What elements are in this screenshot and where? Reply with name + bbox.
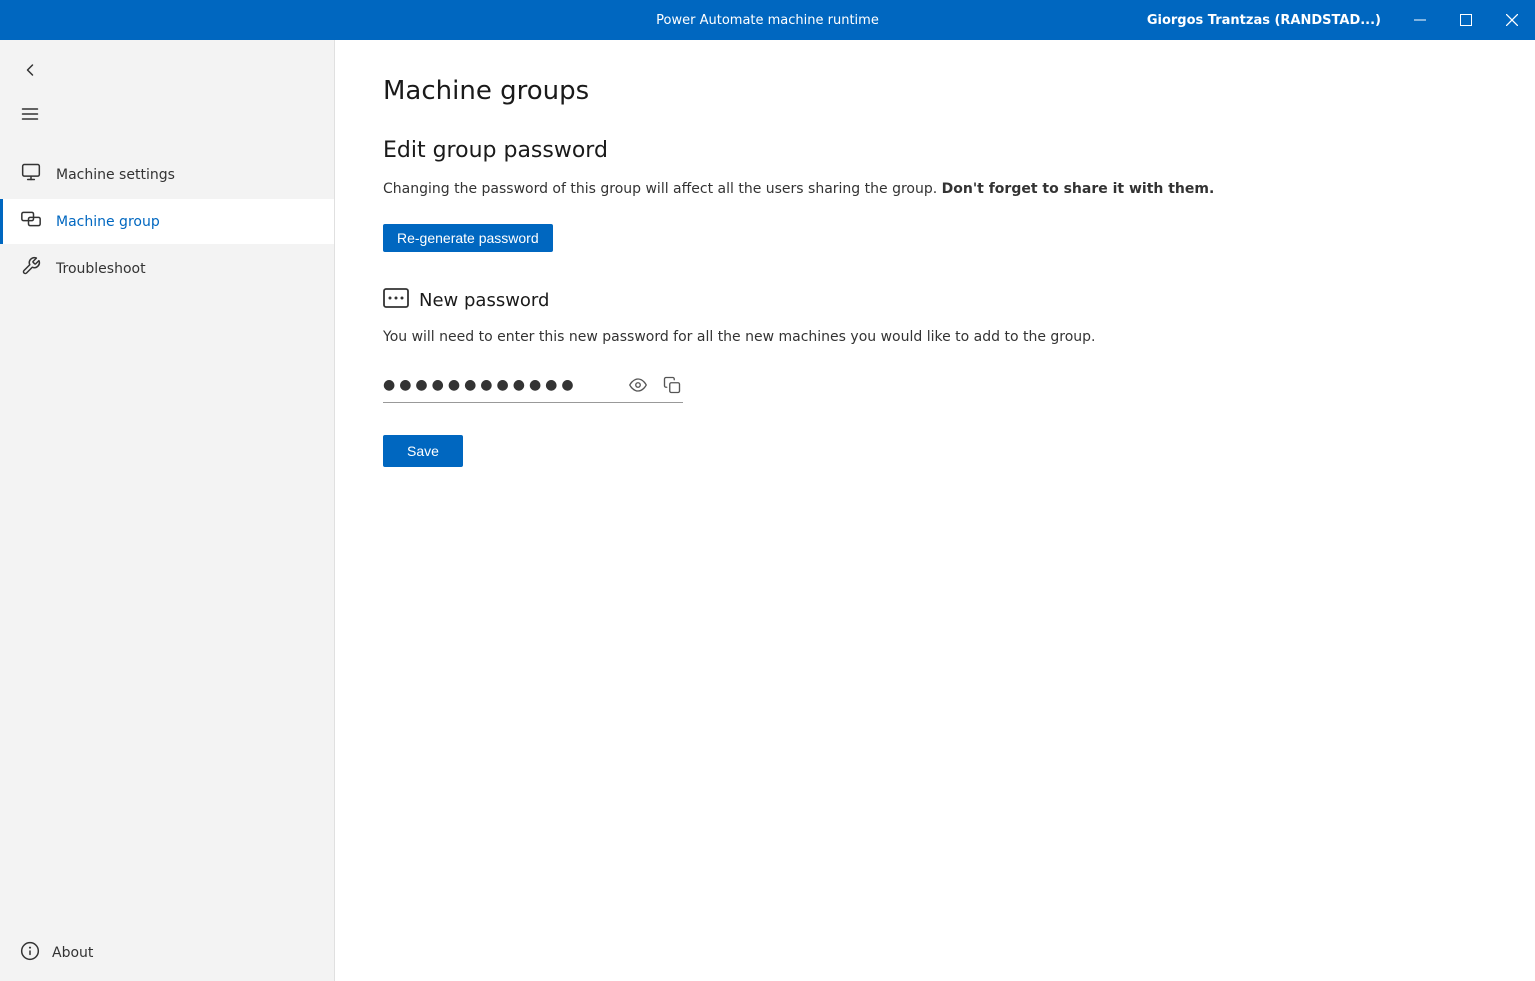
titlebar-title: Power Automate machine runtime bbox=[656, 13, 879, 28]
show-password-button[interactable] bbox=[627, 374, 649, 396]
copy-password-button[interactable] bbox=[661, 374, 683, 396]
password-field-row: ●●●●●●●●●●●● bbox=[383, 368, 683, 403]
section-title: Edit group password bbox=[383, 138, 1487, 163]
hamburger-button[interactable] bbox=[16, 96, 52, 132]
app-body: Machine settings Machine group bbox=[0, 40, 1535, 981]
titlebar-user: Giorgos Trantzas (RANDSTAD...) bbox=[1147, 13, 1397, 28]
copy-icon bbox=[663, 376, 681, 394]
machine-group-label: Machine group bbox=[56, 214, 160, 230]
monitor-icon bbox=[20, 162, 42, 187]
close-icon bbox=[1506, 14, 1518, 26]
minimize-button[interactable] bbox=[1397, 0, 1443, 40]
password-section-desc: You will need to enter this new password… bbox=[383, 327, 1487, 348]
machine-group-icon bbox=[20, 209, 42, 234]
maximize-button[interactable] bbox=[1443, 0, 1489, 40]
minimize-icon bbox=[1414, 14, 1426, 26]
close-button[interactable] bbox=[1489, 0, 1535, 40]
sidebar-top bbox=[0, 40, 334, 144]
hamburger-icon bbox=[20, 104, 40, 124]
sidebar-item-about[interactable]: About bbox=[0, 925, 334, 981]
titlebar-controls: Giorgos Trantzas (RANDSTAD...) bbox=[1147, 0, 1535, 40]
troubleshoot-label: Troubleshoot bbox=[56, 261, 146, 277]
main-content: Machine groups Edit group password Chang… bbox=[335, 40, 1535, 981]
sidebar-nav: Machine settings Machine group bbox=[0, 144, 334, 299]
about-icon bbox=[20, 941, 40, 965]
description-bold: Don't forget to share it with them. bbox=[942, 181, 1215, 197]
sidebar: Machine settings Machine group bbox=[0, 40, 335, 981]
password-section-title: New password bbox=[419, 290, 549, 311]
titlebar: Power Automate machine runtime Giorgos T… bbox=[0, 0, 1535, 40]
regen-password-button[interactable]: Re-generate password bbox=[383, 224, 553, 252]
back-icon bbox=[20, 60, 40, 80]
password-section-header: New password bbox=[383, 288, 1487, 313]
description-text: Changing the password of this group will… bbox=[383, 179, 1487, 200]
sidebar-item-machine-group[interactable]: Machine group bbox=[0, 199, 334, 244]
troubleshoot-icon bbox=[20, 256, 42, 281]
eye-icon bbox=[629, 376, 647, 394]
sidebar-item-troubleshoot[interactable]: Troubleshoot bbox=[0, 246, 334, 291]
save-button[interactable]: Save bbox=[383, 435, 463, 467]
machine-settings-label: Machine settings bbox=[56, 167, 175, 183]
password-value: ●●●●●●●●●●●● bbox=[383, 377, 615, 393]
password-icon bbox=[383, 288, 409, 313]
sidebar-item-machine-settings[interactable]: Machine settings bbox=[0, 152, 334, 197]
about-label: About bbox=[52, 945, 93, 961]
page-title: Machine groups bbox=[383, 76, 1487, 106]
maximize-icon bbox=[1460, 14, 1472, 26]
back-button[interactable] bbox=[16, 52, 52, 88]
